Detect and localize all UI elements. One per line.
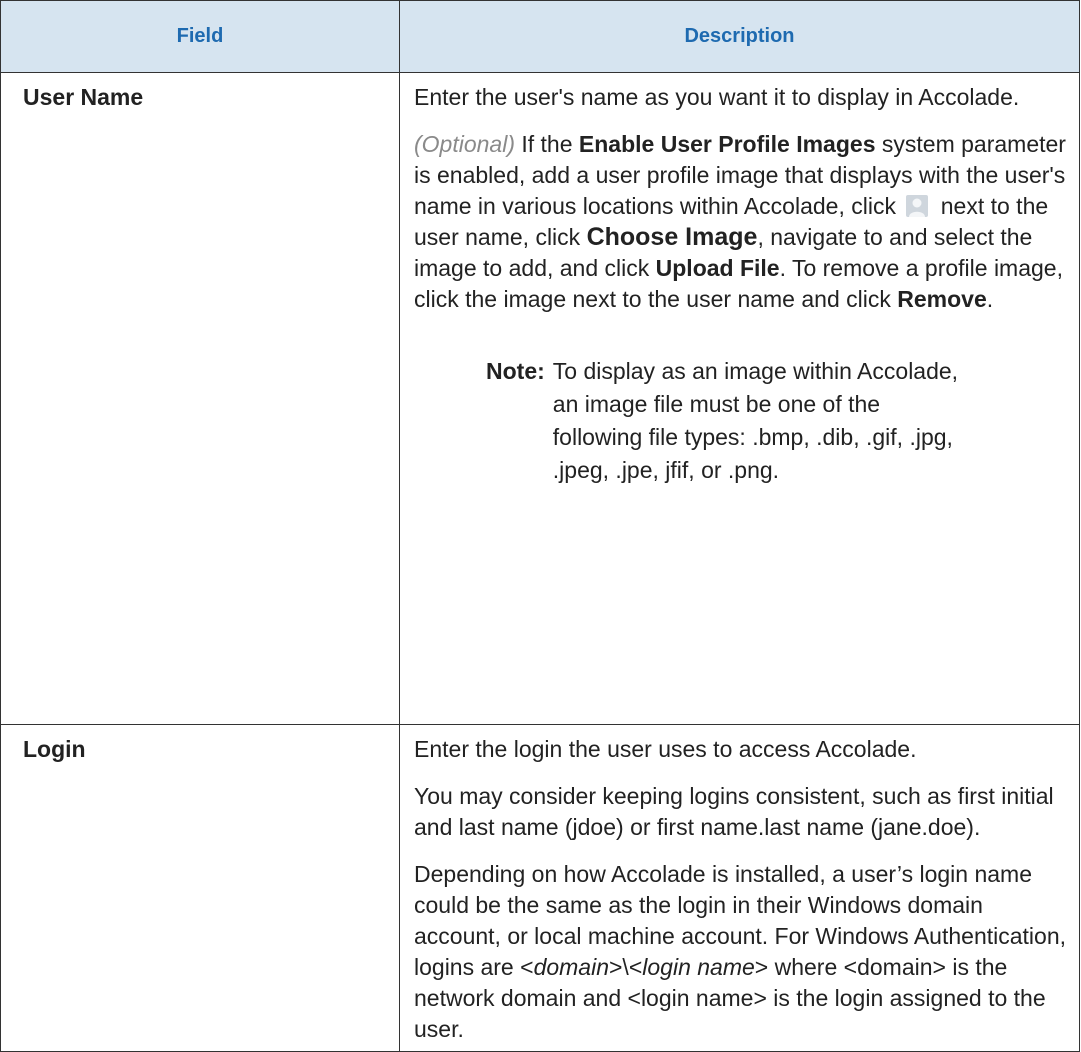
- header-description: Description: [399, 0, 1080, 73]
- note-block: Note: To display as an image within Acco…: [486, 355, 1069, 487]
- choose-image-label: Choose Image: [586, 223, 758, 251]
- italic-domain: domain: [533, 954, 609, 980]
- field-user-name: User Name: [0, 72, 400, 725]
- field-login: Login: [0, 724, 400, 1052]
- text-run: If the: [514, 131, 579, 157]
- paragraph: You may consider keeping logins consiste…: [414, 783, 1054, 840]
- setting-name: Enable User Profile Images: [578, 131, 876, 157]
- description-user-name: Enter the user's name as you want it to …: [399, 72, 1080, 725]
- text-run: >\<: [609, 954, 643, 980]
- paragraph: (Optional) If the Enable User Profile Im…: [414, 129, 1069, 315]
- optional-label: (Optional): [414, 131, 515, 157]
- note-label: Note:: [486, 358, 545, 384]
- description-login: Enter the login the user uses to access …: [399, 724, 1080, 1052]
- field-description-table: Field Description User Name Enter the us…: [0, 0, 1080, 1052]
- upload-file-label: Upload File: [655, 255, 780, 281]
- remove-label: Remove: [897, 286, 987, 312]
- table-row: User Name Enter the user's name as you w…: [0, 72, 1080, 725]
- header-field: Field: [0, 0, 400, 73]
- paragraph: Enter the user's name as you want it to …: [414, 84, 1020, 110]
- table-header-row: Field Description: [0, 0, 1080, 73]
- paragraph: Depending on how Accolade is installed, …: [414, 859, 1069, 1045]
- italic-login-name: login name: [642, 954, 755, 980]
- table-row: Login Enter the login the user uses to a…: [0, 724, 1080, 1052]
- text-run: .: [986, 286, 994, 312]
- note-text: To display as an image within Accolade, …: [552, 358, 959, 483]
- user-profile-icon: [906, 194, 929, 217]
- paragraph: Enter the login the user uses to access …: [414, 736, 917, 762]
